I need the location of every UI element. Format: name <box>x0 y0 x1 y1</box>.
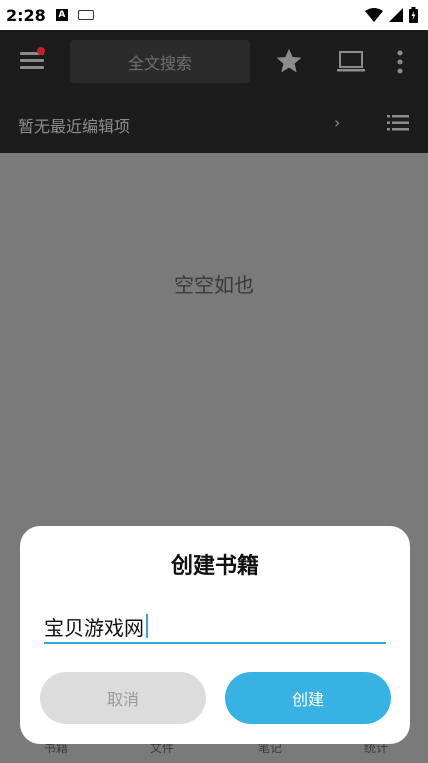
notification-dot <box>37 47 45 55</box>
text-caret <box>146 614 148 638</box>
book-name-input[interactable]: 宝贝游戏网 <box>44 610 386 644</box>
accessibility-notification-icon: A <box>55 9 68 21</box>
signal-icon <box>389 8 403 22</box>
status-bar: 2:28 A <box>0 0 428 30</box>
book-name-value: 宝贝游戏网 <box>44 615 144 640</box>
dialog-title: 创建书籍 <box>170 554 259 579</box>
more-vertical-icon[interactable] <box>397 50 403 74</box>
status-icons <box>365 7 418 23</box>
menu-icon[interactable] <box>20 47 45 70</box>
recent-edits-bar[interactable]: 暂无最近编辑项 › <box>0 93 428 153</box>
create-book-dialog: 创建书籍 宝贝游戏网 取消 创建 <box>20 526 410 744</box>
keyboard-icon <box>77 10 94 20</box>
battery-icon <box>409 7 418 23</box>
list-icon[interactable] <box>387 115 409 131</box>
top-toolbar: 全文搜索 <box>0 30 428 93</box>
create-button[interactable]: 创建 <box>225 672 391 724</box>
search-input[interactable]: 全文搜索 <box>70 40 250 83</box>
cancel-button[interactable]: 取消 <box>40 672 206 724</box>
wifi-icon <box>365 8 383 22</box>
search-placeholder: 全文搜索 <box>127 53 192 73</box>
chevron-right-icon[interactable]: › <box>334 113 340 132</box>
star-icon[interactable] <box>275 47 303 75</box>
recent-edits-label: 暂无最近编辑项 <box>18 117 131 136</box>
laptop-icon[interactable] <box>337 50 365 74</box>
status-time: 2:28 <box>6 5 46 25</box>
empty-state-text: 空空如也 <box>174 273 254 297</box>
